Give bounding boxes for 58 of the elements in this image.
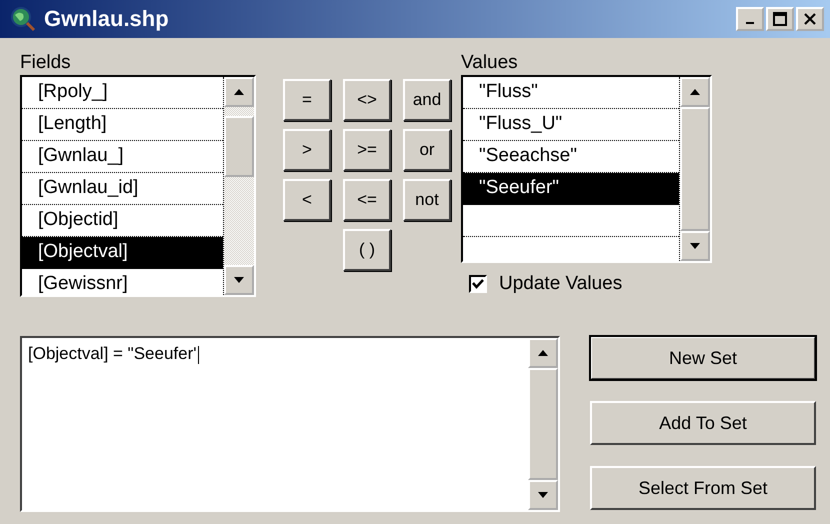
operator-button[interactable]: not <box>403 179 451 221</box>
maximize-button[interactable] <box>766 7 794 31</box>
down-arrow-icon <box>233 276 245 284</box>
close-button[interactable] <box>796 7 824 31</box>
down-arrow-icon <box>689 242 701 250</box>
value-item[interactable]: "Fluss_U" <box>463 109 679 141</box>
scroll-down-button[interactable] <box>224 265 254 295</box>
check-icon <box>472 278 484 290</box>
values-label: Values <box>461 52 519 74</box>
down-arrow-icon <box>537 491 549 499</box>
scrollbar[interactable] <box>223 77 254 295</box>
up-arrow-icon <box>537 349 549 357</box>
operator-button[interactable]: >= <box>343 129 391 171</box>
value-item[interactable]: "Fluss" <box>463 77 679 109</box>
set-button[interactable]: Select From Set <box>590 466 816 510</box>
scroll-down-button[interactable] <box>528 480 558 510</box>
expression-field[interactable]: [Objectval] = "Seeufer' <box>20 336 560 512</box>
expression-text: [Objectval] = "Seeufer' <box>28 344 197 363</box>
operator-button[interactable]: or <box>403 129 451 171</box>
field-item[interactable]: [Objectval] <box>22 237 223 269</box>
operator-button[interactable]: and <box>403 79 451 121</box>
checkbox[interactable] <box>469 275 487 293</box>
operator-button[interactable]: <= <box>343 179 391 221</box>
scrollbar[interactable] <box>528 338 558 510</box>
operator-button[interactable]: > <box>283 129 331 171</box>
up-arrow-icon <box>233 88 245 96</box>
scroll-down-button[interactable] <box>680 231 710 261</box>
up-arrow-icon <box>689 88 701 96</box>
values-list[interactable]: "Fluss" "Fluss_U" "Seeachse" "Seeufer" <box>461 75 712 263</box>
operator-button[interactable]: < <box>283 179 331 221</box>
operator-button[interactable]: ( ) <box>343 229 391 271</box>
maximize-icon <box>773 12 787 26</box>
field-item[interactable]: [Gwnlau_] <box>22 141 223 173</box>
set-button[interactable]: Add To Set <box>590 401 816 445</box>
set-button[interactable]: New Set <box>590 336 816 380</box>
field-item[interactable]: [Rpoly_] <box>22 77 223 109</box>
field-item[interactable]: [Gewissnr] <box>22 269 223 295</box>
value-item[interactable]: "Seeufer" <box>463 173 679 205</box>
fields-label: Fields <box>20 52 72 74</box>
operator-button[interactable]: <> <box>343 79 391 121</box>
scroll-up-button[interactable] <box>224 77 254 107</box>
window-title: Gwnlau.shp <box>44 6 170 32</box>
field-item[interactable]: [Length] <box>22 109 223 141</box>
field-item[interactable]: [Gwnlau_id] <box>22 173 223 205</box>
minimize-button[interactable] <box>736 7 764 31</box>
fields-list[interactable]: [Rpoly_] [Length] [Gwnlau_] [Gwnlau_id] [Objectid] [Objectval] [Gewissnr] <box>20 75 256 297</box>
scroll-up-button[interactable] <box>680 77 710 107</box>
text-cursor <box>198 346 199 364</box>
operator-button[interactable]: = <box>283 79 331 121</box>
minimize-icon <box>746 22 754 24</box>
checkbox-label: Update Values <box>499 273 622 295</box>
scrollbar[interactable] <box>679 77 710 261</box>
scroll-thumb[interactable] <box>528 368 558 480</box>
scroll-thumb[interactable] <box>224 116 254 176</box>
globe-magnifier-icon <box>10 6 36 32</box>
scroll-up-button[interactable] <box>528 338 558 368</box>
close-icon <box>803 12 817 26</box>
scroll-thumb[interactable] <box>680 107 710 231</box>
